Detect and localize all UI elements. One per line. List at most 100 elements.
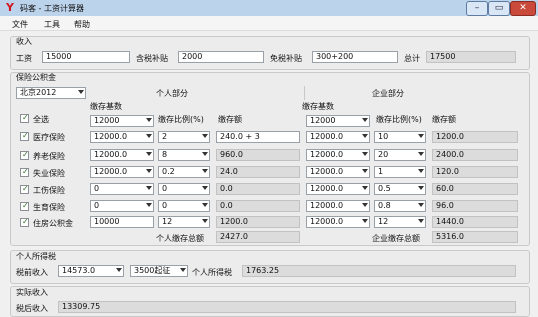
personal-base-select[interactable]: 12000	[90, 115, 154, 127]
medical-personal-ratio-value: 2	[162, 132, 168, 141]
income-tax-label: 个人所得税	[192, 268, 232, 277]
income-tax-value: 1763.25	[242, 265, 516, 277]
total-label: 总计	[404, 54, 420, 63]
select-all-checkbox[interactable]: ✓	[20, 113, 29, 123]
chevron-down-icon	[418, 134, 424, 138]
tax-threshold-select[interactable]: 3500起征	[130, 265, 188, 277]
menu-tools[interactable]: 工具	[44, 19, 60, 30]
unemployment-company-ratio[interactable]: 1	[374, 166, 426, 178]
pension-personal-base-value: 12000.0	[94, 150, 128, 159]
housing-fund-company-ratio[interactable]: 12	[374, 216, 426, 228]
injury-personal-ratio-value: 0	[162, 184, 168, 193]
select-all-label: 全选	[33, 115, 49, 124]
medical-checkbox[interactable]: ✓	[20, 131, 29, 141]
pretax-value: 14573.0	[62, 266, 96, 275]
taxfree-allowance-input[interactable]: 300+200	[312, 51, 398, 63]
salary-input[interactable]: 15000	[42, 51, 130, 63]
minimize-button[interactable]: –	[466, 1, 488, 16]
medical-personal-amount[interactable]: 240.0 + 3	[216, 131, 300, 143]
tax-title: 个人所得税	[16, 252, 56, 261]
medical-personal-base-value: 12000.0	[94, 132, 128, 141]
app-icon: Y	[6, 1, 14, 14]
injury-company-base-value: 12000.0	[310, 184, 344, 193]
maternity-company-base[interactable]: 12000.0	[306, 200, 370, 212]
close-button[interactable]: ✕	[510, 1, 536, 16]
medical-company-base-value: 12000.0	[310, 132, 344, 141]
personal-section-title: 个人部分	[156, 89, 188, 98]
taxed-allowance-input[interactable]: 2000	[178, 51, 264, 63]
housing-fund-personal-ratio-value: 12	[162, 217, 173, 226]
injury-company-amount: 60.0	[432, 183, 518, 195]
company-base-select-value: 12000	[310, 116, 336, 125]
housing-fund-company-base[interactable]: 12000.0	[306, 216, 370, 228]
maximize-button[interactable]: ▭	[488, 1, 510, 16]
injury-label: 工伤保险	[33, 186, 65, 195]
menu-help[interactable]: 帮助	[74, 19, 90, 30]
chevron-down-icon	[78, 90, 84, 94]
medical-personal-ratio[interactable]: 2	[158, 131, 210, 143]
maternity-checkbox[interactable]: ✓	[20, 201, 29, 211]
unemployment-checkbox[interactable]: ✓	[20, 167, 29, 177]
after-tax-value: 13309.75	[58, 301, 516, 313]
chevron-down-icon	[202, 152, 208, 156]
chevron-down-icon	[146, 134, 152, 138]
company-ratio-header: 缴存比例(%)	[376, 115, 422, 124]
injury-personal-base-value: 0	[94, 184, 100, 193]
housing-fund-checkbox[interactable]: ✓	[20, 217, 29, 227]
city-select-value: 北京2012	[20, 88, 57, 97]
salary-label: 工资	[16, 54, 32, 63]
pension-company-ratio[interactable]: 20	[374, 149, 426, 161]
injury-personal-ratio[interactable]: 0	[158, 183, 210, 195]
pretax-select[interactable]: 14573.0	[58, 265, 124, 277]
chevron-down-icon	[362, 186, 368, 190]
medical-company-ratio-value: 10	[378, 132, 389, 141]
company-total-value: 5316.0	[432, 231, 518, 243]
chevron-down-icon	[202, 186, 208, 190]
pension-checkbox[interactable]: ✓	[20, 150, 29, 160]
chevron-down-icon	[202, 219, 208, 223]
chevron-down-icon	[418, 169, 424, 173]
injury-company-base[interactable]: 12000.0	[306, 183, 370, 195]
housing-fund-personal-ratio[interactable]: 12	[158, 216, 210, 228]
pension-personal-ratio-value: 8	[162, 150, 168, 159]
taxfree-allowance-label: 免税补贴	[270, 54, 302, 63]
housing-fund-label: 住房公积金	[33, 219, 73, 228]
company-base-select[interactable]: 12000	[306, 115, 370, 127]
chevron-down-icon	[362, 203, 368, 207]
maternity-company-ratio[interactable]: 0.8	[374, 200, 426, 212]
pretax-label: 税前收入	[16, 268, 48, 277]
injury-company-ratio[interactable]: 0.5	[374, 183, 426, 195]
chevron-down-icon	[362, 152, 368, 156]
pension-personal-ratio[interactable]: 8	[158, 149, 210, 161]
pension-company-ratio-value: 20	[378, 150, 389, 159]
maternity-personal-ratio[interactable]: 0	[158, 200, 210, 212]
injury-personal-base[interactable]: 0	[90, 183, 154, 195]
medical-company-ratio[interactable]: 10	[374, 131, 426, 143]
chevron-down-icon	[146, 186, 152, 190]
pension-personal-base[interactable]: 12000.0	[90, 149, 154, 161]
unemployment-label: 失业保险	[33, 169, 65, 178]
chevron-down-icon	[116, 268, 122, 272]
housing-fund-company-ratio-value: 12	[378, 217, 389, 226]
personal-total-label: 个人缴存总额	[156, 234, 204, 243]
chevron-down-icon	[146, 169, 152, 173]
company-base-header: 缴存基数	[302, 102, 334, 111]
medical-personal-base[interactable]: 12000.0	[90, 131, 154, 143]
maternity-label: 生育保险	[33, 203, 65, 212]
medical-company-base[interactable]: 12000.0	[306, 131, 370, 143]
pension-company-base[interactable]: 12000.0	[306, 149, 370, 161]
medical-company-amount: 1200.0	[432, 131, 518, 143]
pension-label: 养老保险	[33, 152, 65, 161]
maternity-personal-ratio-value: 0	[162, 201, 168, 210]
housing-fund-personal-base[interactable]: 10000	[90, 216, 154, 228]
unemployment-personal-ratio[interactable]: 0.2	[158, 166, 210, 178]
chevron-down-icon	[418, 203, 424, 207]
company-total-label: 企业缴存总额	[372, 234, 420, 243]
injury-checkbox[interactable]: ✓	[20, 184, 29, 194]
pension-company-amount: 2400.0	[432, 149, 518, 161]
maternity-personal-base[interactable]: 0	[90, 200, 154, 212]
menu-file[interactable]: 文件	[12, 19, 28, 30]
city-select[interactable]: 北京2012	[16, 87, 86, 99]
unemployment-personal-base[interactable]: 12000.0	[90, 166, 154, 178]
unemployment-company-base[interactable]: 12000.0	[306, 166, 370, 178]
